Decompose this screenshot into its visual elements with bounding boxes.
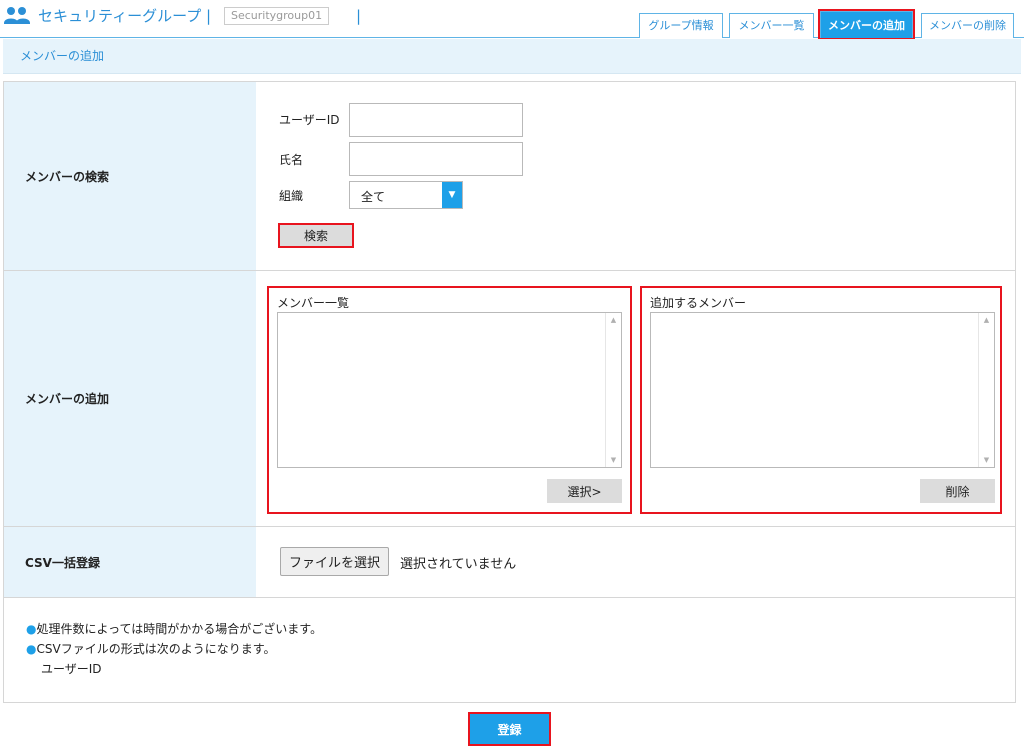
search-button[interactable]: 検索 [278, 223, 354, 248]
search-row: メンバーの検索 ユーザーID 氏名 組織 全て ▼ 検索 [4, 82, 1015, 271]
member-listbox[interactable]: ▲ ▼ [277, 312, 622, 468]
title-separator: | [356, 7, 362, 25]
bullet-icon: ● [26, 622, 37, 636]
page-title: セキュリティーグループ [38, 7, 202, 25]
note-item: ●CSVファイルの形式は次のようになります。 [26, 640, 276, 658]
member-list-panel: メンバー一覧 ▲ ▼ 選択> [267, 286, 632, 514]
name-label: 氏名 [279, 153, 304, 167]
member-list-title: メンバー一覧 [277, 296, 350, 310]
scroll-up-icon[interactable]: ▲ [979, 316, 994, 324]
tab-group-info[interactable]: グループ情報 [639, 13, 723, 38]
choose-file-button[interactable]: ファイルを選択 [280, 547, 390, 576]
title-separator: | [206, 7, 212, 25]
tab-member-list[interactable]: メンバー一覧 [729, 13, 814, 38]
name-input[interactable] [349, 142, 523, 176]
user-id-label: ユーザーID [279, 113, 340, 127]
chevron-down-icon: ▼ [442, 182, 462, 208]
page-header: セキュリティーグループ | Securitygroup01 | グループ情報 メ… [0, 0, 1024, 40]
delete-button[interactable]: 削除 [920, 479, 995, 503]
tab-add-member[interactable]: メンバーの追加 [818, 9, 915, 40]
org-label: 組織 [279, 189, 304, 203]
csv-row-label: CSV一括登録 [4, 527, 256, 597]
scrollbar[interactable]: ▲ ▼ [978, 313, 994, 467]
scroll-down-icon[interactable]: ▼ [606, 456, 621, 464]
file-status: 選択されていません [400, 557, 517, 572]
to-add-title: 追加するメンバー [650, 296, 747, 310]
bullet-icon: ● [26, 642, 37, 656]
group-icon [4, 7, 30, 24]
note-item: ●処理件数によっては時間がかかる場合がございます。 [26, 620, 322, 638]
note-text: 処理件数によっては時間がかかる場合がございます。 [36, 622, 323, 636]
add-member-row: メンバーの追加 メンバー一覧 ▲ ▼ 選択> 追加するメンバー ▲ ▼ 削除 [4, 271, 1015, 527]
csv-format-text: ユーザーID [41, 662, 102, 676]
note-text: CSVファイルの形式は次のようになります。 [36, 642, 276, 656]
form-table: メンバーの検索 ユーザーID 氏名 組織 全て ▼ 検索 メンバーの追加 メンバ… [3, 81, 1016, 703]
tab-delete-member[interactable]: メンバーの削除 [921, 13, 1014, 38]
org-select-value: 全て [361, 190, 386, 204]
search-row-label: メンバーの検索 [4, 82, 256, 270]
to-add-panel: 追加するメンバー ▲ ▼ 削除 [640, 286, 1002, 514]
section-title: メンバーの追加 [3, 39, 1021, 74]
scrollbar[interactable]: ▲ ▼ [605, 313, 621, 467]
group-name: Securitygroup01 [224, 7, 330, 25]
scroll-down-icon[interactable]: ▼ [979, 456, 994, 464]
to-add-listbox[interactable]: ▲ ▼ [650, 312, 995, 468]
csv-row: CSV一括登録 ファイルを選択 選択されていません [4, 527, 1015, 598]
notes-row: ●処理件数によっては時間がかかる場合がございます。 ●CSVファイルの形式は次の… [4, 598, 1015, 703]
register-button[interactable]: 登録 [468, 712, 551, 746]
scroll-up-icon[interactable]: ▲ [606, 316, 621, 324]
user-id-input[interactable] [349, 103, 523, 137]
add-member-row-label: メンバーの追加 [4, 271, 256, 526]
select-button[interactable]: 選択> [547, 479, 622, 503]
org-select[interactable]: 全て ▼ [349, 181, 463, 209]
